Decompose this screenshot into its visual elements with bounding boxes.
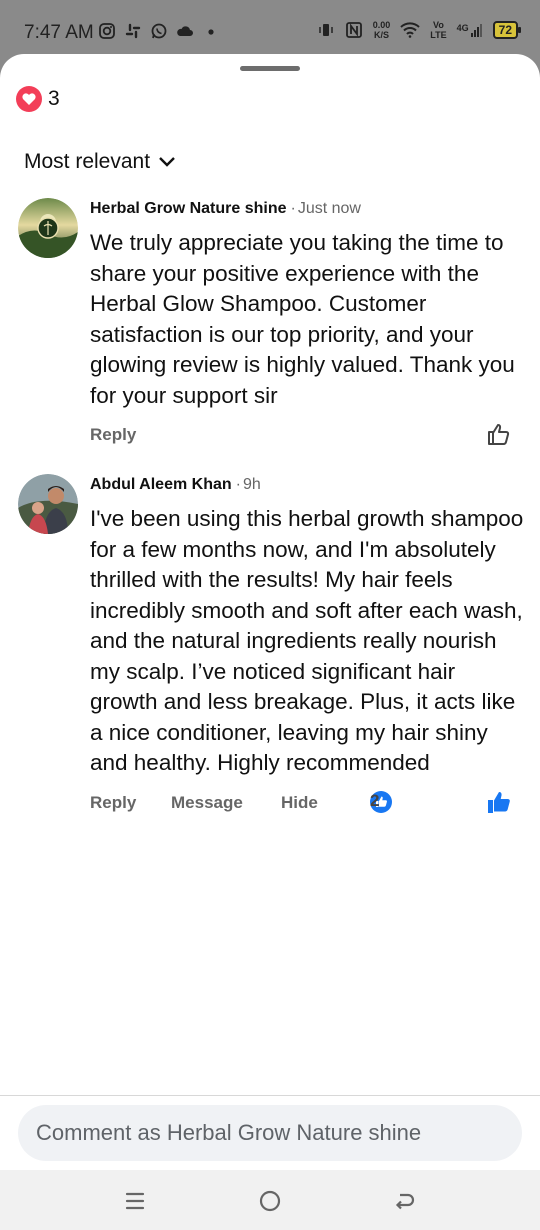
instagram-icon: [99, 23, 115, 39]
comment-actions: Reply: [90, 424, 526, 455]
sort-dropdown[interactable]: Most relevant: [24, 150, 176, 174]
volte-indicator: Vo LTE: [430, 20, 446, 40]
whatsapp-icon: [151, 23, 167, 39]
comment-author[interactable]: Herbal Grow Nature shine: [90, 200, 287, 217]
back-icon: [395, 1193, 415, 1210]
separator-dot: ·: [290, 200, 296, 217]
message-button[interactable]: Message: [171, 793, 243, 813]
comment-actions: Reply Message Hide 2: [90, 790, 526, 823]
dot-icon: [208, 29, 214, 35]
battery-icon: 72: [492, 21, 522, 39]
comment: Abdul Aleem Khan · 9h I've been using this…: [18, 474, 528, 864]
system-icons: 0.00 K/S Vo LTE 4G 72: [317, 20, 522, 40]
notification-icons: [98, 22, 220, 40]
comment-body: Abdul Aleem Khan · 9h I've been using this…: [90, 474, 526, 823]
home-icon: [259, 1190, 281, 1212]
sheet-drag-handle[interactable]: [240, 66, 300, 71]
reactions-summary[interactable]: 3: [16, 86, 60, 112]
comment-time[interactable]: 9h: [243, 476, 261, 493]
thumbs-up-filled-icon[interactable]: [486, 789, 512, 815]
comment-header: Herbal Grow Nature shine · Just now: [90, 198, 526, 220]
network-speed: 0.00 K/S: [373, 20, 391, 40]
comment-time[interactable]: Just now: [298, 200, 361, 217]
nfc-icon: [345, 22, 362, 38]
avatar[interactable]: [18, 474, 78, 534]
vibrate-icon: [319, 24, 333, 36]
home-button[interactable]: [255, 1186, 285, 1216]
comment-composer[interactable]: [18, 1105, 522, 1161]
reaction-count: 3: [48, 87, 60, 110]
chevron-down-icon: [159, 157, 175, 167]
comment-input[interactable]: [18, 1105, 522, 1161]
avatar[interactable]: [18, 198, 78, 258]
heart-icon: [16, 86, 42, 112]
reply-button[interactable]: Reply: [90, 793, 136, 813]
like-count[interactable]: 2: [370, 790, 392, 813]
like-count-value: 2: [370, 790, 380, 810]
recents-button[interactable]: [120, 1186, 150, 1216]
composer-divider: [0, 1095, 540, 1096]
net-speed-value: 0.00: [372, 20, 391, 30]
sort-label: Most relevant: [24, 150, 151, 173]
comment-text: We truly appreciate you taking the time …: [90, 230, 515, 408]
comment: Herbal Grow Nature shine · Just now We tru…: [18, 198, 528, 468]
signal-type: 4G: [456, 23, 469, 33]
separator-dot: ·: [235, 476, 241, 493]
thumbs-up-icon[interactable]: [486, 421, 512, 447]
hide-button[interactable]: Hide: [281, 793, 318, 813]
signal-indicator: 4G: [457, 23, 483, 37]
status-bar: 7:47 AM 0.00 K/S Vo LTE 4G 72: [0, 0, 540, 56]
wifi-icon: [400, 22, 420, 38]
volte-top: Vo: [433, 20, 444, 30]
system-nav-bar: [0, 1170, 540, 1230]
back-button[interactable]: [390, 1186, 420, 1216]
comment-text: I've been using this herbal growth shamp…: [90, 506, 524, 775]
comment-header: Abdul Aleem Khan · 9h: [90, 474, 526, 496]
status-time: 7:47 AM: [24, 22, 94, 43]
volte-bottom: LTE: [430, 30, 447, 40]
cloud-icon: [177, 26, 193, 36]
reply-button[interactable]: Reply: [90, 425, 136, 445]
comment-author[interactable]: Abdul Aleem Khan: [90, 476, 232, 493]
comment-body: Herbal Grow Nature shine · Just now We tru…: [90, 198, 526, 455]
signal-icon: [470, 24, 482, 37]
slack-icon: [125, 23, 141, 39]
net-speed-unit: K/S: [374, 30, 390, 40]
comments-sheet: 3 Most relevant Herbal Grow Nature shine…: [0, 54, 540, 1170]
recents-icon: [125, 1192, 145, 1210]
